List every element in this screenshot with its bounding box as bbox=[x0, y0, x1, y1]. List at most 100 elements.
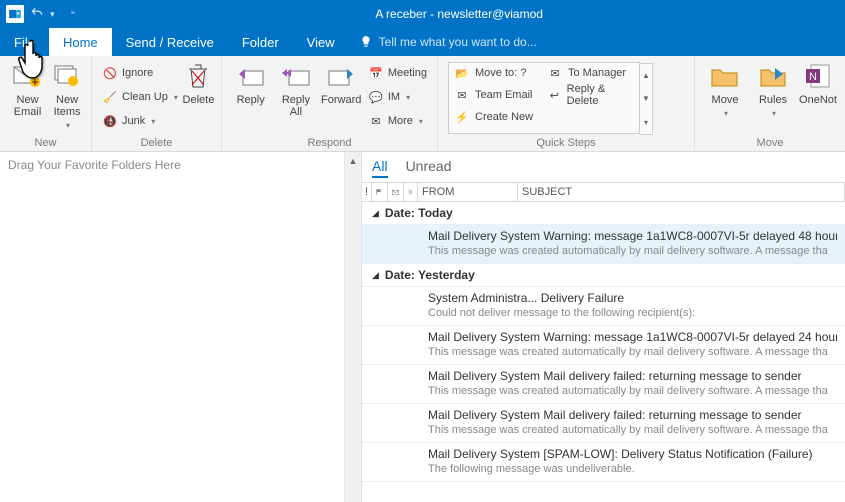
junk-icon: 🚯 bbox=[102, 113, 118, 129]
column-headers[interactable]: ! FROM SUBJECT bbox=[362, 182, 845, 202]
chevron-down-icon: ▾ bbox=[151, 117, 155, 126]
message-row[interactable]: Mail Delivery System Mail delivery faile… bbox=[362, 404, 845, 443]
message-preview: This message was created automatically b… bbox=[428, 385, 837, 397]
message-row[interactable]: System Administra... Delivery Failure Co… bbox=[362, 287, 845, 326]
reply-all-button[interactable]: Reply All bbox=[273, 60, 318, 118]
qat-dropdown-icon[interactable]: ▾ bbox=[50, 9, 55, 20]
quickstep-move-to[interactable]: 📂Move to: ? bbox=[455, 66, 540, 80]
cleanup-button[interactable]: 🧹Clean Up▾ bbox=[98, 86, 182, 108]
flag-icon bbox=[376, 187, 383, 197]
delete-icon bbox=[182, 60, 214, 92]
tell-me-search[interactable]: Tell me what you want to do... bbox=[349, 28, 547, 56]
col-reminder[interactable] bbox=[372, 183, 388, 201]
new-items-icon bbox=[51, 60, 83, 92]
meeting-button[interactable]: 📅Meeting bbox=[364, 62, 431, 84]
new-email-button[interactable]: New Email bbox=[6, 60, 49, 118]
message-list: All Unread ! FROM SUBJECT ◢Date: Today M… bbox=[362, 152, 845, 502]
rules-icon bbox=[757, 60, 789, 92]
delete-button[interactable]: Delete bbox=[182, 60, 215, 106]
chevron-down-icon: ▾ bbox=[406, 93, 410, 102]
new-items-button[interactable]: New Items ▾ bbox=[49, 60, 85, 132]
more-icon: ✉ bbox=[368, 113, 384, 129]
favorites-drop-hint: Drag Your Favorite Folders Here bbox=[0, 152, 361, 178]
content-area: Drag Your Favorite Folders Here ▲ All Un… bbox=[0, 152, 845, 502]
filter-all[interactable]: All bbox=[372, 158, 388, 178]
chevron-down-icon: ▾ bbox=[66, 120, 70, 132]
col-from[interactable]: FROM bbox=[418, 183, 518, 201]
tab-send-receive[interactable]: Send / Receive bbox=[112, 28, 228, 56]
group-respond-label: Respond bbox=[222, 137, 437, 151]
group-header-yesterday[interactable]: ◢Date: Yesterday bbox=[362, 264, 845, 287]
message-preview: This message was created automatically b… bbox=[428, 424, 837, 436]
create-new-icon: ⚡ bbox=[455, 110, 469, 124]
new-email-label: New Email bbox=[14, 94, 42, 118]
col-importance[interactable]: ! bbox=[362, 183, 372, 201]
tab-home[interactable]: Home bbox=[49, 28, 112, 56]
col-icon[interactable] bbox=[388, 183, 404, 201]
collapse-icon: ◢ bbox=[372, 208, 379, 219]
folder-pane-scrollbar[interactable]: ▲ bbox=[344, 152, 361, 502]
reply-all-icon bbox=[280, 60, 312, 92]
group-quicksteps-label: Quick Steps bbox=[438, 137, 694, 151]
group-header-today[interactable]: ◢Date: Today bbox=[362, 202, 845, 225]
forward-button[interactable]: Forward bbox=[319, 60, 364, 106]
new-email-icon bbox=[12, 60, 44, 92]
group-move-label: Move bbox=[695, 137, 845, 151]
quickstep-team-email[interactable]: ✉Team Email bbox=[455, 88, 540, 102]
reply-icon bbox=[235, 60, 267, 92]
message-row[interactable]: Mail Delivery System [SPAM-LOW]: Deliver… bbox=[362, 443, 845, 482]
scroll-up-icon[interactable]: ▲ bbox=[345, 152, 361, 169]
folder-move-icon: 📂 bbox=[455, 66, 469, 80]
svg-text:N: N bbox=[809, 71, 817, 83]
qat-customize-icon[interactable]: ⁼ bbox=[71, 9, 76, 20]
quickstep-reply-delete[interactable]: ↩Reply & Delete bbox=[548, 83, 633, 107]
message-subject: Mail Delivery System Warning: message 1a… bbox=[428, 229, 837, 243]
gallery-up-icon[interactable]: ▲ bbox=[640, 64, 652, 87]
im-button[interactable]: 💬IM▾ bbox=[364, 86, 431, 108]
title-bar: ▾ ⁼ A receber - newsletter@viamod bbox=[0, 0, 845, 28]
delete-label: Delete bbox=[183, 94, 215, 106]
message-subject: Mail Delivery System Warning: message 1a… bbox=[428, 330, 837, 344]
meeting-icon: 📅 bbox=[368, 65, 384, 81]
onenote-button[interactable]: N OneNot bbox=[797, 60, 839, 106]
tab-view[interactable]: View bbox=[293, 28, 349, 56]
chevron-down-icon: ▾ bbox=[772, 108, 776, 120]
col-subject[interactable]: SUBJECT bbox=[518, 183, 845, 201]
col-attachment[interactable] bbox=[404, 183, 418, 201]
filter-unread[interactable]: Unread bbox=[406, 158, 452, 178]
tell-me-label: Tell me what you want to do... bbox=[379, 35, 537, 49]
undo-icon[interactable] bbox=[30, 6, 44, 23]
message-row[interactable]: Mail Delivery System Mail delivery faile… bbox=[362, 365, 845, 404]
quickstep-create-new[interactable]: ⚡Create New bbox=[455, 110, 540, 124]
chevron-down-icon: ▾ bbox=[724, 108, 728, 120]
message-subject: Mail Delivery System Mail delivery faile… bbox=[428, 408, 837, 422]
envelope-icon bbox=[392, 188, 399, 197]
onenote-icon: N bbox=[802, 60, 834, 92]
message-preview: This message was created automatically b… bbox=[428, 245, 837, 257]
new-items-label: New Items bbox=[54, 94, 81, 118]
move-icon bbox=[709, 60, 741, 92]
outlook-app-icon[interactable] bbox=[6, 5, 24, 23]
message-preview: This message was created automatically b… bbox=[428, 346, 837, 358]
message-row[interactable]: Mail Delivery System Warning: message 1a… bbox=[362, 225, 845, 264]
folder-pane[interactable]: Drag Your Favorite Folders Here ▲ bbox=[0, 152, 362, 502]
message-row[interactable]: Mail Delivery System Warning: message 1a… bbox=[362, 326, 845, 365]
message-subject: Mail Delivery System [SPAM-LOW]: Deliver… bbox=[428, 447, 837, 461]
gallery-down-icon[interactable]: ▼ bbox=[640, 87, 652, 110]
chevron-down-icon: ▾ bbox=[419, 117, 423, 126]
junk-button[interactable]: 🚯Junk▾ bbox=[98, 110, 182, 132]
gallery-more-icon[interactable]: ▾ bbox=[640, 111, 652, 134]
tab-file[interactable]: File bbox=[0, 28, 49, 56]
rules-button[interactable]: Rules▾ bbox=[749, 60, 797, 120]
message-subject: System Administra... Delivery Failure bbox=[428, 291, 837, 305]
quick-steps-gallery[interactable]: 📂Move to: ? ✉To Manager ✉Team Email ↩Rep… bbox=[448, 62, 640, 134]
chevron-down-icon: ▾ bbox=[174, 93, 178, 102]
reply-delete-icon: ↩ bbox=[548, 88, 561, 102]
collapse-icon: ◢ bbox=[372, 270, 379, 281]
ignore-button[interactable]: 🚫Ignore bbox=[98, 62, 182, 84]
tab-folder[interactable]: Folder bbox=[228, 28, 293, 56]
more-respond-button[interactable]: ✉More▾ bbox=[364, 110, 431, 132]
reply-button[interactable]: Reply bbox=[228, 60, 273, 106]
move-button[interactable]: Move▾ bbox=[701, 60, 749, 120]
quickstep-to-manager[interactable]: ✉To Manager bbox=[548, 66, 633, 80]
